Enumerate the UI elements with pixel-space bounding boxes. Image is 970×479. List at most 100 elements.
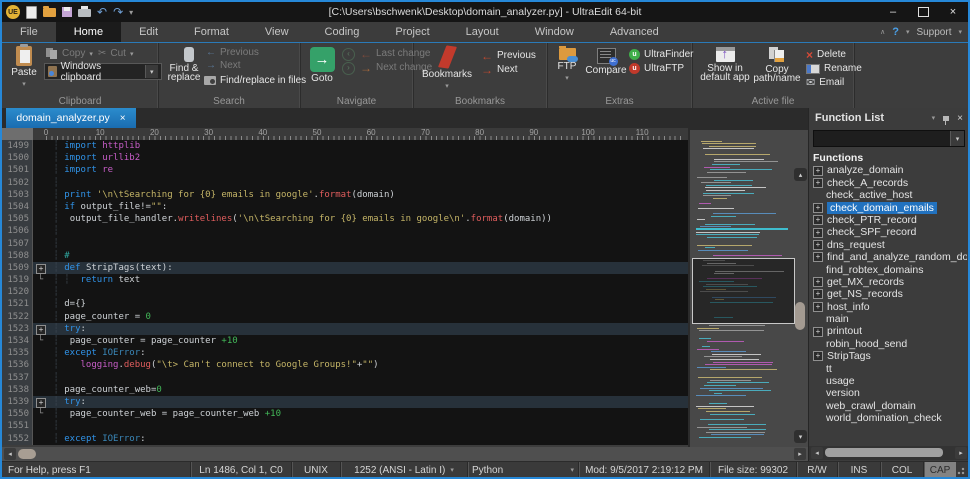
tab-close-icon[interactable]: × xyxy=(120,113,126,124)
scroll-down-icon[interactable]: ▾ xyxy=(794,430,807,443)
code-line-1503[interactable]: 1503 ┆ print '\n\tSearching for {0} emai… xyxy=(2,188,688,201)
menu-project[interactable]: Project xyxy=(377,22,447,42)
find-in-files-button[interactable]: Find/replace in files xyxy=(204,75,306,86)
ultrafinder-button[interactable]: u UltraFinder xyxy=(629,49,693,60)
fold-expand-icon[interactable]: + xyxy=(33,261,48,275)
fold-end-icon[interactable]: └ xyxy=(33,335,48,347)
menu-edit[interactable]: Edit xyxy=(121,22,176,42)
fn-scroll-left-icon[interactable]: ◂ xyxy=(811,447,823,459)
fn-scroll-right-icon[interactable]: ▸ xyxy=(955,447,967,459)
help-icon[interactable]: ? xyxy=(892,26,899,38)
show-in-default-app-button[interactable]: Show indefault app xyxy=(700,47,750,83)
expand-icon[interactable]: + xyxy=(813,202,823,213)
language-dropdown-icon[interactable]: ▾ xyxy=(570,466,574,474)
resize-grip[interactable] xyxy=(956,462,968,477)
minimap-viewport[interactable] xyxy=(692,258,795,324)
windows-clipboard-select[interactable]: Windows clipboard ▾ xyxy=(44,61,162,83)
panel-dropdown-icon[interactable]: ▾ xyxy=(932,114,936,122)
status-language[interactable]: Python ▾ xyxy=(467,462,578,477)
cut-button[interactable]: ✂ Cut ▾ xyxy=(98,48,133,59)
close-button[interactable]: × xyxy=(938,2,968,22)
code-line-1521[interactable]: 1521 ┆ d={} xyxy=(2,298,688,311)
maximize-button[interactable] xyxy=(908,2,938,22)
code-line-1507[interactable]: 1507 ┆ xyxy=(2,237,688,250)
function-list-header[interactable]: Function List ▾ × xyxy=(809,108,968,128)
minimize-button[interactable]: – xyxy=(878,2,908,22)
function-item-check_active_host[interactable]: check_active_host xyxy=(813,189,967,201)
ftp-button[interactable]: FTP ▾ xyxy=(553,46,581,84)
email-file-button[interactable]: ✉ Email xyxy=(806,77,844,88)
code-line-1550[interactable]: 1550 └ ┆ page_counter_web = page_counter_… xyxy=(2,408,688,421)
function-item-check_domain_emails[interactable]: + check_domain_emails xyxy=(813,201,967,214)
status-insert-mode[interactable]: INS xyxy=(837,462,880,477)
rename-file-button[interactable]: Rename xyxy=(806,63,862,74)
code-line-1535[interactable]: 1535 ┆ except IOError: xyxy=(2,347,688,360)
horizontal-scrollbar-thumb[interactable] xyxy=(18,449,36,459)
function-filter-select[interactable]: ▾ xyxy=(813,130,965,147)
expand-icon[interactable]: + xyxy=(813,227,823,238)
status-column-mode[interactable]: COL xyxy=(880,462,923,477)
copy-path-name-button[interactable]: Copy path/name xyxy=(752,47,802,84)
function-item-dns_request[interactable]: + dns_request xyxy=(813,239,967,251)
code-line-1504[interactable]: 1504 ┆ if output_file!="": xyxy=(2,200,688,214)
fold-expand-icon[interactable]: + xyxy=(33,322,48,335)
help-dropdown-icon[interactable]: ▾ xyxy=(906,28,910,36)
code-line-1523[interactable]: 1523 + ┆ try: xyxy=(2,322,688,335)
search-previous-button[interactable]: ← Previous xyxy=(206,47,259,58)
expand-icon[interactable]: + xyxy=(813,289,823,300)
next-bookmark-button[interactable]: → Next xyxy=(481,64,518,76)
function-item-check_SPF_record[interactable]: + check_SPF_record xyxy=(813,226,967,238)
code-line-1538[interactable]: 1538 ┆ page_counter_web=0 xyxy=(2,383,688,396)
previous-bookmark-button[interactable]: ← Previous xyxy=(481,50,536,62)
code-line-1536[interactable]: 1536 ┆ logging.debug("\t> Can't connect … xyxy=(2,359,688,372)
menu-format[interactable]: Format xyxy=(176,22,247,42)
function-item-find_and_analyze_random_domain[interactable]: + find_and_analyze_random_domain xyxy=(813,251,967,263)
tab-domain-analyzer[interactable]: domain_analyzer.py × xyxy=(6,108,136,128)
function-item-usage[interactable]: usage xyxy=(813,375,967,387)
function-item-StripTags[interactable]: + StripTags xyxy=(813,350,967,362)
fold-end-icon[interactable]: └ xyxy=(33,274,48,286)
function-item-robin_hood_send[interactable]: robin_hood_send xyxy=(813,338,967,350)
minimap[interactable]: ▴ ▾ xyxy=(688,108,808,447)
status-read-write[interactable]: R/W xyxy=(796,462,837,477)
function-item-tt[interactable]: tt xyxy=(813,363,967,375)
compare-button[interactable]: Compare xyxy=(585,48,627,76)
filter-dropdown-icon[interactable]: ▾ xyxy=(950,131,964,146)
code-line-1499[interactable]: 1499 ┆ import httplib xyxy=(2,140,688,153)
function-item-check_PTR_record[interactable]: + check_PTR_record xyxy=(813,214,967,226)
code-editor[interactable]: 1499 ┆ import httplib 1500 ┆ import urlli… xyxy=(2,140,688,445)
previous-position-button[interactable]: ‹ xyxy=(342,48,355,61)
function-item-check_A_records[interactable]: + check_A_records xyxy=(813,177,967,189)
expand-icon[interactable]: + xyxy=(813,326,823,337)
fold-end-icon[interactable]: └ xyxy=(33,408,48,420)
code-line-1519[interactable]: 1519 └ ┆ ┆ return text xyxy=(2,274,688,287)
ultraftp-button[interactable]: u UltraFTP xyxy=(629,63,684,74)
expand-icon[interactable]: + xyxy=(813,277,823,288)
scroll-left-icon[interactable]: ◂ xyxy=(4,448,16,460)
menu-file[interactable]: File xyxy=(2,22,56,42)
code-line-1501[interactable]: 1501 ┆ import re xyxy=(2,164,688,177)
code-line-1551[interactable]: 1551 ┆ xyxy=(2,420,688,433)
menu-home[interactable]: Home xyxy=(55,22,122,42)
menu-window[interactable]: Window xyxy=(517,22,592,42)
function-item-version[interactable]: version xyxy=(813,387,967,399)
find-replace-button[interactable]: Find & replace xyxy=(166,47,202,83)
menu-layout[interactable]: Layout xyxy=(448,22,517,42)
code-line-1539[interactable]: 1539 + ┆ try: xyxy=(2,395,688,409)
support-dropdown-icon[interactable]: ▾ xyxy=(958,28,962,36)
expand-icon[interactable]: + xyxy=(813,177,823,188)
encoding-dropdown-icon[interactable]: ▾ xyxy=(450,466,454,474)
code-line-1509[interactable]: 1509 + ┆ def StripTags(text): xyxy=(2,261,688,275)
function-item-get_NS_records[interactable]: + get_NS_records xyxy=(813,288,967,300)
delete-file-button[interactable]: × Delete xyxy=(806,49,846,61)
menu-advanced[interactable]: Advanced xyxy=(592,22,677,42)
function-item-world_domination_check[interactable]: world_domination_check xyxy=(813,412,967,424)
expand-icon[interactable]: + xyxy=(813,252,823,263)
bookmarks-button[interactable]: Bookmarks ▾ xyxy=(422,45,472,92)
fn-scrollbar-thumb[interactable] xyxy=(825,448,943,457)
expand-icon[interactable]: + xyxy=(813,165,823,176)
expand-icon[interactable]: + xyxy=(813,239,823,250)
function-item-web_crawl_domain[interactable]: web_crawl_domain xyxy=(813,400,967,412)
menu-view[interactable]: View xyxy=(247,22,307,42)
horizontal-scrollbar[interactable]: ◂ ▸ xyxy=(2,447,808,461)
